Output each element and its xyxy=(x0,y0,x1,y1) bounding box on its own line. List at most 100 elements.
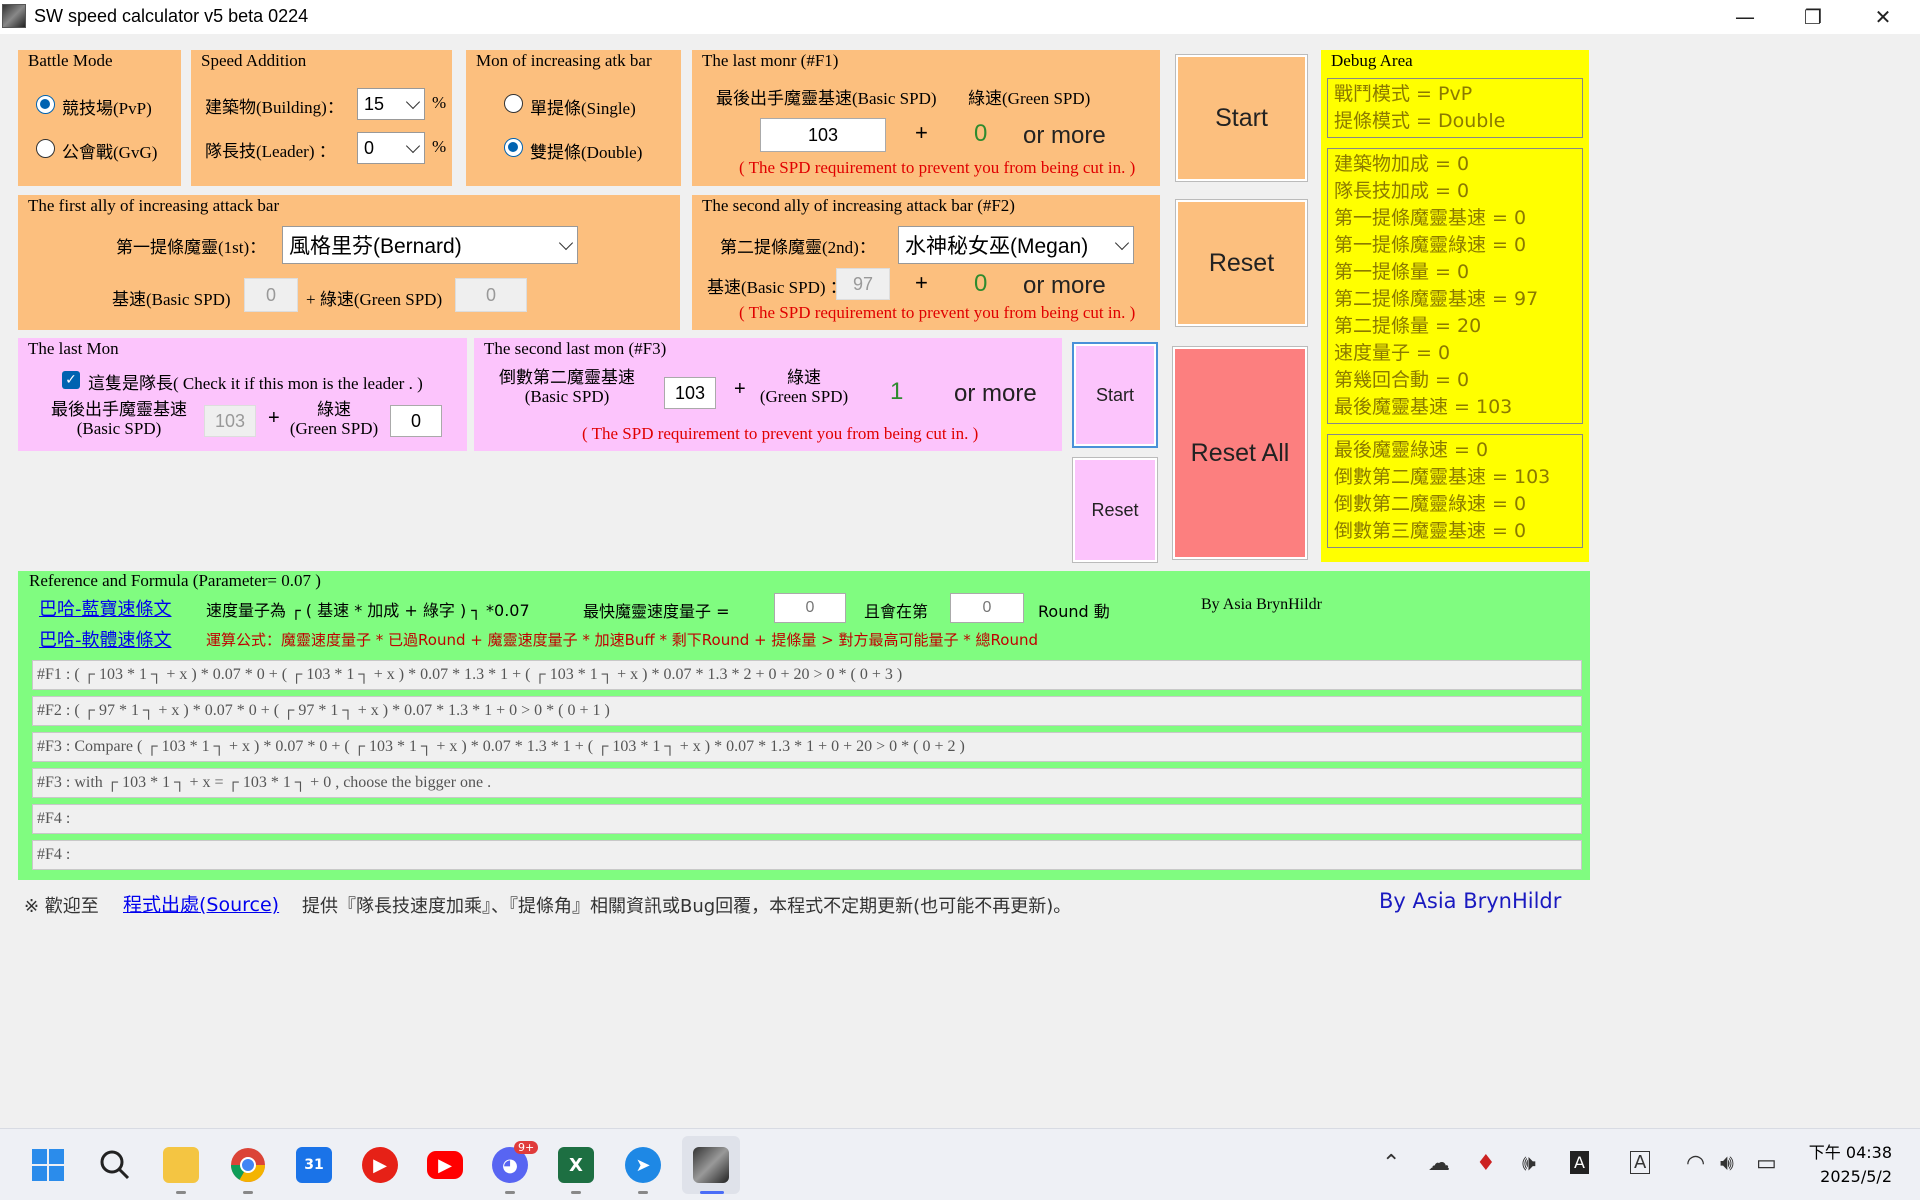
wifi-icon[interactable]: ◠ xyxy=(1686,1151,1705,1176)
building-select[interactable]: 15 xyxy=(357,88,425,120)
running-indicator xyxy=(638,1191,648,1194)
media-player-icon[interactable]: ▶ xyxy=(362,1147,398,1183)
sw-calculator-icon[interactable] xyxy=(693,1147,729,1183)
gvg-radio[interactable] xyxy=(36,139,55,158)
double-label: 雙提條(Double) xyxy=(530,143,643,162)
first-ally-basic-label: 基速(Basic SPD) xyxy=(112,290,231,309)
leader-checkbox[interactable]: ✓ xyxy=(62,371,80,389)
start-main-button[interactable]: Start xyxy=(1175,54,1308,182)
tray-app-icon[interactable]: ♦ xyxy=(1476,1151,1496,1176)
single-label: 單提條(Single) xyxy=(530,99,636,118)
single-radio[interactable] xyxy=(504,94,523,113)
formula-row-f4b: #F4 : xyxy=(32,840,1582,870)
reference-panel: Reference and Formula (Parameter= 0.07 )… xyxy=(18,571,1590,880)
battle-mode-panel: Battle Mode 競技場(PvP) 公會戰(GvG) xyxy=(18,50,181,186)
second-ally-mon-label: 第二提條魔靈(2nd)： xyxy=(720,238,876,257)
speaker-icon[interactable]: 🔊︎ xyxy=(1720,1151,1734,1176)
app-icon xyxy=(2,4,26,28)
debug-line: 倒數第二魔靈綠速 = 0 xyxy=(1334,493,1527,515)
first-ally-mon-label: 第一提條魔靈(1st)： xyxy=(116,238,267,257)
reset-all-button[interactable]: Reset All xyxy=(1172,346,1308,560)
atk-bar-mode-title: Mon of increasing atk bar xyxy=(476,51,652,70)
formula-row-f3b: #F3 : with ┌ 103 * 1 ┐ + x = ┌ 103 * 1 ┐… xyxy=(32,768,1582,798)
debug-title: Debug Area xyxy=(1331,51,1413,70)
building-label: 建築物(Building)： xyxy=(205,98,344,117)
chevron-down-icon xyxy=(1114,235,1130,251)
first-ally-green-label: + 綠速(Green SPD) xyxy=(306,290,443,309)
ime-icon[interactable]: A xyxy=(1570,1151,1589,1174)
debug-line: 提條模式 = Double xyxy=(1334,110,1506,132)
f1-green-value: 0 xyxy=(974,120,988,147)
building-value: 15 xyxy=(364,93,385,114)
double-radio[interactable] xyxy=(504,138,523,157)
search-icon[interactable] xyxy=(97,1147,133,1183)
f3-basic-label-2: (Basic SPD) xyxy=(524,387,610,406)
reset-main-button[interactable]: Reset xyxy=(1175,199,1308,327)
f1-or-more: or more xyxy=(1023,122,1106,149)
language-icon[interactable]: A xyxy=(1630,1151,1651,1174)
window-title: SW speed calculator v5 beta 0224 xyxy=(34,6,309,26)
clock[interactable]: 下午 04:38 2025/5/2 xyxy=(1806,1141,1892,1189)
last-mon-panel: The last Mon ✓ 這隻是隊長( Check it if this m… xyxy=(18,338,467,451)
f2-green-value: 0 xyxy=(974,270,988,297)
leader-select[interactable]: 0 xyxy=(357,132,425,164)
debug-box-mode: 戰鬥模式 = PvP 提條模式 = Double xyxy=(1327,78,1583,138)
round-suffix: Round 動 xyxy=(1038,602,1110,621)
last-mon-basic-input[interactable]: 103 xyxy=(204,405,256,437)
leader-check-label: 這隻是隊長( Check it if this mon is the leade… xyxy=(88,374,423,393)
bahamut-link-1[interactable]: 巴哈-藍寶速條文 xyxy=(39,595,172,621)
f3-green-label-2: (Green SPD) xyxy=(759,387,849,406)
f3-green-label: 綠速 (Green SPD) xyxy=(754,368,854,406)
f2-basic-input[interactable]: 97 xyxy=(836,268,890,300)
formula-row-f4: #F4 : xyxy=(32,804,1582,834)
footer-author: By Asia BrynHildr xyxy=(1379,889,1562,913)
bahamut-link-2[interactable]: 巴哈-軟體速條文 xyxy=(39,626,172,652)
reset-small-button[interactable]: Reset xyxy=(1072,457,1158,563)
speed-addition-title: Speed Addition xyxy=(201,51,307,70)
chrome-icon[interactable] xyxy=(230,1147,266,1183)
close-button[interactable]: ✕ xyxy=(1848,0,1918,34)
source-link[interactable]: 程式出處(Source) xyxy=(123,890,279,917)
f3-or-more: or more xyxy=(954,380,1037,407)
first-ally-mon-select[interactable]: 風格里芬(Bernard) xyxy=(282,226,578,264)
clock-time: 下午 04:38 xyxy=(1808,1143,1892,1162)
battery-icon[interactable]: ▭ xyxy=(1756,1151,1777,1176)
first-ally-green-input[interactable]: 0 xyxy=(455,278,527,312)
calendar-icon[interactable]: 31 xyxy=(296,1147,332,1183)
second-ally-mon-select[interactable]: 水神秘女巫(Megan) xyxy=(898,226,1134,264)
discord-badge: 9+ xyxy=(514,1141,539,1154)
last-mon-green-input[interactable]: 0 xyxy=(390,405,442,437)
debug-box-last: 最後魔靈綠速 = 0 倒數第二魔靈基速 = 103 倒數第二魔靈綠速 = 0 倒… xyxy=(1327,434,1583,548)
last-monr-f1-panel: The last monr (#F1) 最後出手魔靈基速(Basic SPD) … xyxy=(692,50,1160,186)
excel-icon[interactable]: X xyxy=(558,1147,594,1183)
fastest-quantum-input[interactable]: 0 xyxy=(774,593,846,623)
last-mon-plus: + xyxy=(268,407,280,429)
last-mon-title: The last Mon xyxy=(28,339,119,358)
youtube-icon[interactable]: ▶ xyxy=(427,1151,463,1179)
f3-basic-input[interactable]: 103 xyxy=(664,377,716,409)
volume-tray-icon[interactable]: 🕪 xyxy=(1522,1151,1536,1176)
first-ally-basic-input[interactable]: 0 xyxy=(244,278,298,312)
last-monr-title: The last monr (#F1) xyxy=(702,51,839,70)
windows-start-icon[interactable] xyxy=(30,1147,66,1183)
f1-green-label: 綠速(Green SPD) xyxy=(968,89,1091,108)
start-small-button[interactable]: Start xyxy=(1072,342,1158,448)
chevron-up-icon[interactable]: ⌃ xyxy=(1382,1151,1400,1176)
f3-basic-label: 倒數第二魔靈基速 (Basic SPD) xyxy=(492,368,642,406)
file-explorer-icon[interactable] xyxy=(163,1147,199,1183)
pvp-radio[interactable] xyxy=(36,95,55,114)
minimize-button[interactable]: — xyxy=(1710,0,1780,34)
first-ally-mon-value: 風格里芬(Bernard) xyxy=(289,235,462,258)
debug-box-params: 建築物加成 = 0 隊長技加成 = 0 第一提條魔靈基速 = 0 第一提條魔靈綠… xyxy=(1327,148,1583,424)
running-indicator xyxy=(243,1191,253,1194)
restore-button[interactable]: ❐ xyxy=(1778,0,1848,34)
onedrive-icon[interactable]: ☁ xyxy=(1428,1151,1450,1176)
app-blue-icon[interactable]: ➤ xyxy=(625,1147,661,1183)
pvp-label: 競技場(PvP) xyxy=(62,99,152,118)
last-mon-basic-label-1: 最後出手魔靈基速 xyxy=(51,400,187,419)
running-indicator xyxy=(571,1191,581,1194)
f3-note: ( The SPD requirement to prevent you fro… xyxy=(582,424,979,443)
round-input[interactable]: 0 xyxy=(950,593,1024,623)
last-mon-green-label-1: 綠速 xyxy=(317,400,351,419)
f1-basic-spd-input[interactable]: 103 xyxy=(760,118,886,152)
